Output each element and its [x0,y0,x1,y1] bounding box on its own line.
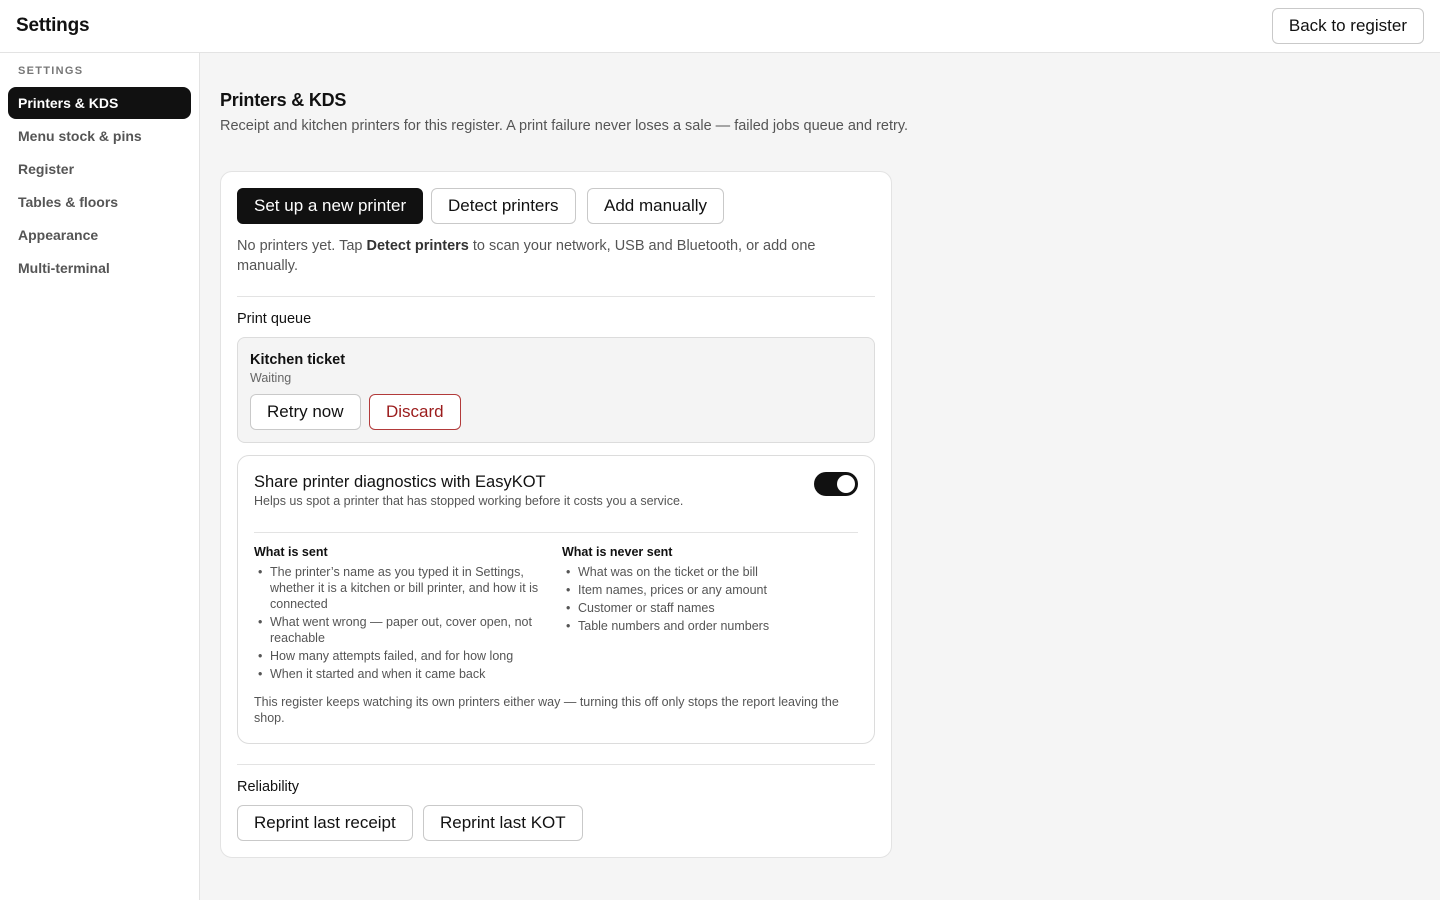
what-is-never-sent-title: What is never sent [562,545,673,559]
what-is-sent-column: What is sent The printer’s name as you t… [254,545,554,684]
diagnostics-title: Share printer diagnostics with EasyKOT [254,473,546,491]
setup-new-printer-button[interactable]: Set up a new printer [237,188,424,224]
list-item: What went wrong — paper out, cover open,… [254,614,554,646]
list-item: Table numbers and order numbers [562,618,862,634]
print-queue-label: Print queue [237,311,312,327]
diagnostics-footnote: This register keeps watching its own pri… [254,695,839,725]
list-item: Customer or staff names [562,600,862,616]
discard-button[interactable]: Discard [369,394,461,430]
what-is-sent-list: The printer’s name as you typed it in Se… [254,564,554,682]
back-to-register-button[interactable]: Back to register [1271,8,1424,44]
sidebar-item-multi-terminal[interactable]: Multi-terminal [8,252,191,284]
divider [254,532,858,533]
what-is-never-sent-list: What was on the ticket or the bill Item … [562,564,862,634]
page-description: Receipt and kitchen printers for this re… [220,118,909,134]
print-queue-item: Kitchen ticket Waiting Retry now Discard [237,337,875,443]
sidebar-item-register[interactable]: Register [8,153,191,185]
page-title: Printers & KDS [220,90,347,110]
what-is-sent-title: What is sent [254,545,328,559]
app-title: Settings [16,15,90,36]
add-manually-button[interactable]: Add manually [587,188,725,224]
detect-printers-button[interactable]: Detect printers [431,188,576,224]
list-item: The printer’s name as you typed it in Se… [254,564,554,612]
list-item: What was on the ticket or the bill [562,564,862,580]
sidebar: SETTINGS Printers & KDS Menu stock & pin… [0,53,200,900]
retry-now-button[interactable]: Retry now [250,394,361,430]
list-item: Item names, prices or any amount [562,582,862,598]
diagnostics-subtitle: Helps us spot a printer that has stopped… [254,494,684,508]
list-item: How many attempts failed, and for how lo… [254,648,554,664]
sidebar-item-tables-floors[interactable]: Tables & floors [8,186,191,218]
empty-state-message: No printers yet. Tap Detect printers to … [237,236,867,276]
what-is-never-sent-column: What is never sent What was on the ticke… [562,545,862,636]
divider [237,296,875,297]
divider [237,764,875,765]
sidebar-item-printers-kds[interactable]: Printers & KDS [8,87,191,119]
reprint-last-kot-button[interactable]: Reprint last KOT [423,805,583,841]
sidebar-nav: Printers & KDS Menu stock & pins Registe… [8,87,191,285]
empty-message-start: No printers yet. Tap [237,238,367,254]
sidebar-item-appearance[interactable]: Appearance [8,219,191,251]
top-bar: Settings Back to register [0,0,1440,53]
diagnostics-toggle[interactable] [814,472,858,496]
empty-message-emphasis: Detect printers [366,238,469,254]
reprint-last-receipt-button[interactable]: Reprint last receipt [237,805,413,841]
reliability-label: Reliability [237,779,300,795]
sidebar-item-menu-stock-pins[interactable]: Menu stock & pins [8,120,191,152]
queue-job-title: Kitchen ticket [250,352,346,368]
queue-job-status: Waiting [250,371,292,385]
diagnostics-panel: Share printer diagnostics with EasyKOT H… [237,455,875,744]
sidebar-heading: SETTINGS [18,65,84,77]
toggle-knob [837,475,855,493]
printers-card: Set up a new printer Detect printers Add… [220,171,892,858]
list-item: When it started and when it came back [254,666,554,682]
